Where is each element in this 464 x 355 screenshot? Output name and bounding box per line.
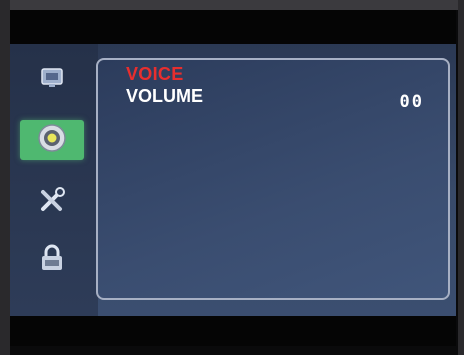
- lock-icon: [39, 243, 65, 278]
- menu-category-label: VOICE: [126, 64, 184, 84]
- volume-label[interactable]: VOLUME: [126, 86, 203, 107]
- bottom-black-bar: [10, 316, 456, 346]
- osd-screen: VOICE VOLUME 00: [10, 44, 456, 316]
- sidebar-item-picture[interactable]: [20, 60, 84, 100]
- osd-sidebar: [10, 44, 98, 316]
- screen-bezel-right: [458, 0, 464, 355]
- sidebar-item-setup[interactable]: [20, 182, 84, 222]
- picture-icon: [39, 66, 65, 95]
- audio-disc-icon: [37, 123, 67, 158]
- sidebar-item-lock[interactable]: [20, 240, 84, 280]
- top-black-bar: [10, 10, 456, 44]
- volume-value[interactable]: 00: [400, 92, 424, 112]
- sidebar-item-audio[interactable]: [20, 120, 84, 160]
- screen-bezel-left: [0, 0, 10, 355]
- screen-bezel-top: [0, 0, 464, 10]
- tools-icon: [38, 186, 66, 219]
- settings-panel: VOICE VOLUME 00: [96, 58, 450, 300]
